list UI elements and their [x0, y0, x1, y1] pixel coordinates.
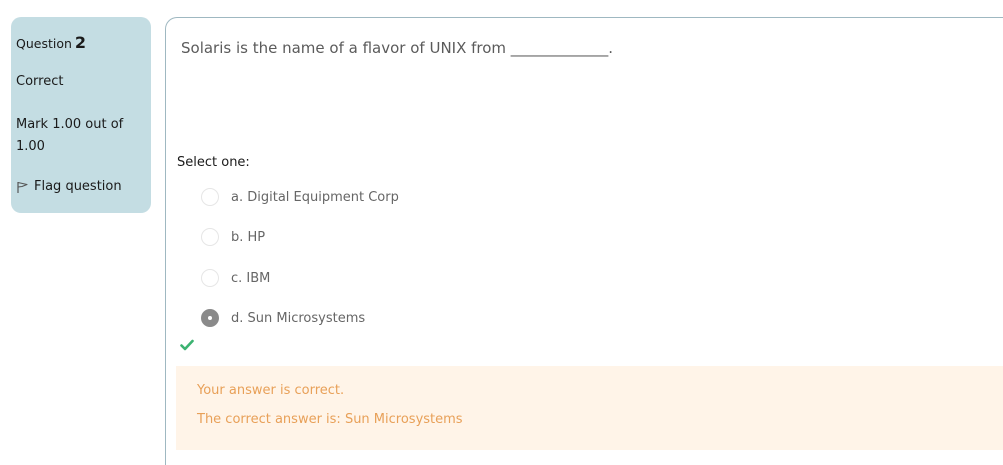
question-number: Question 2	[16, 33, 86, 52]
radio-button[interactable]	[201, 228, 219, 246]
question-text: Solaris is the name of a flavor of UNIX …	[181, 39, 614, 57]
feedback-box: Your answer is correct. The correct answ…	[176, 366, 1003, 450]
question-state: Correct	[16, 74, 64, 89]
answer-option-d[interactable]: d. Sun Microsystems	[201, 309, 365, 327]
feedback-correct-answer: The correct answer is: Sun Microsystems	[197, 412, 463, 427]
answer-option-c[interactable]: c. IBM	[201, 269, 270, 287]
answer-option-label: a. Digital Equipment Corp	[231, 189, 399, 205]
quiz-page: Question 2 Correct Mark 1.00 out of 1.00 …	[0, 0, 1003, 465]
flag-question-link[interactable]: Flag question	[16, 179, 122, 194]
radio-button[interactable]	[201, 269, 219, 287]
question-grade: Mark 1.00 out of 1.00	[16, 117, 124, 154]
answer-option-a[interactable]: a. Digital Equipment Corp	[201, 188, 399, 206]
question-number-value: 2	[74, 33, 87, 52]
check-icon	[180, 336, 194, 355]
radio-button-selected[interactable]	[201, 309, 219, 327]
answer-option-label: c. IBM	[231, 270, 271, 286]
question-content: Solaris is the name of a flavor of UNIX …	[165, 17, 1003, 465]
radio-button[interactable]	[201, 188, 219, 206]
answer-option-label: b. HP	[231, 229, 266, 245]
answer-option-b[interactable]: b. HP	[201, 228, 265, 246]
question-label: Question	[16, 36, 72, 51]
feedback-result: Your answer is correct.	[197, 383, 345, 398]
select-one-prompt: Select one:	[177, 155, 250, 170]
question-info-panel: Question 2 Correct Mark 1.00 out of 1.00 …	[11, 17, 151, 213]
flag-question-label: Flag question	[34, 179, 122, 194]
flag-icon	[16, 180, 30, 194]
answer-option-label: d. Sun Microsystems	[231, 310, 366, 326]
